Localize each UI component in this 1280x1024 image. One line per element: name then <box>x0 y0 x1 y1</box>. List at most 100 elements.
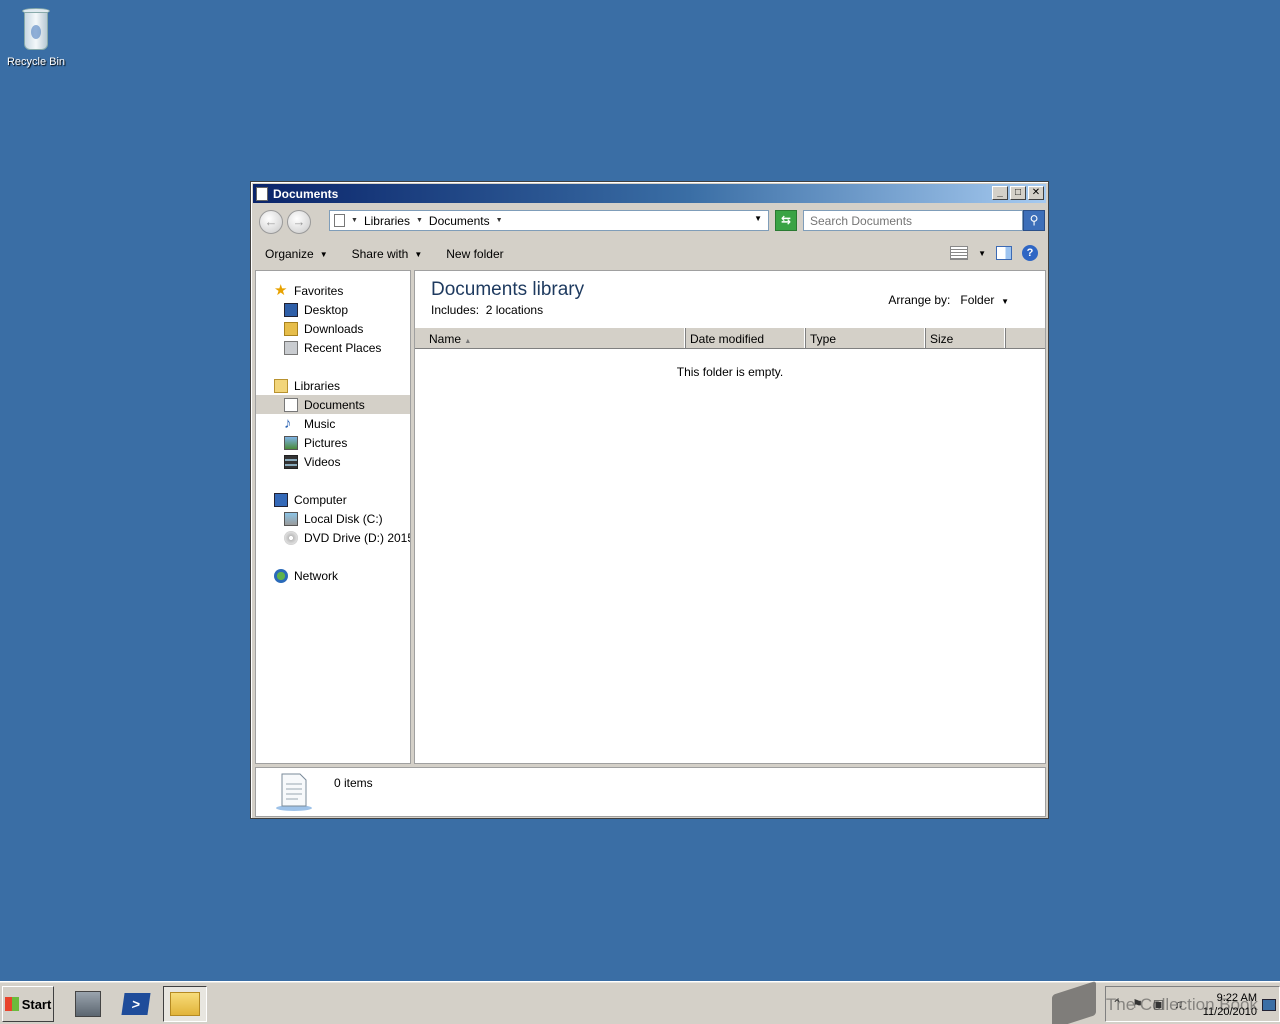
videos-icon <box>284 454 298 469</box>
breadcrumb-documents[interactable]: Documents <box>429 214 490 228</box>
explorer-folder-icon <box>170 992 200 1016</box>
search-button[interactable]: ⚲ <box>1023 210 1045 231</box>
empty-folder-message: This folder is empty. <box>676 365 784 379</box>
title-bar[interactable]: Documents _ □ ✕ <box>253 184 1046 203</box>
library-includes: Includes: 2 locations <box>431 303 544 317</box>
dvd-drive-icon <box>284 530 298 545</box>
includes-locations-link[interactable]: 2 locations <box>486 303 543 317</box>
chevron-down-icon: ▼ <box>1001 297 1009 306</box>
library-icon <box>334 214 345 227</box>
column-name[interactable]: Name ▲ <box>415 328 686 348</box>
nav-desktop[interactable]: Desktop <box>256 300 410 319</box>
column-headers: Name ▲ Date modified Type Size <box>415 327 1045 349</box>
breadcrumb-chevron-icon[interactable]: ▼ <box>496 217 503 224</box>
nav-documents[interactable]: Documents <box>256 395 410 414</box>
libraries-icon <box>274 378 288 393</box>
show-hidden-icons-icon[interactable]: ⌃ <box>1112 997 1122 1011</box>
refresh-icon: ⇆ <box>780 213 792 227</box>
windows-logo-icon <box>4 997 19 1011</box>
book-icon <box>1051 980 1096 1024</box>
refresh-button[interactable]: ⇆ <box>775 210 797 231</box>
music-icon: ♪ <box>284 414 292 432</box>
local-disk-icon <box>284 511 298 526</box>
back-button[interactable]: ← <box>259 210 283 234</box>
recent-places-icon <box>284 340 298 355</box>
item-count: 0 items <box>334 776 373 790</box>
nav-local-disk[interactable]: Local Disk (C:) <box>256 509 410 528</box>
address-bar[interactable]: ▼ Libraries ▼ Documents ▼ ▼ <box>329 210 769 231</box>
system-tray: ⌃ ⚑ ▣ ♫ 9:22 AM 11/20/2010 <box>1105 986 1280 1022</box>
minimize-button[interactable]: _ <box>992 186 1008 200</box>
breadcrumb-chevron-icon[interactable]: ▼ <box>416 217 423 224</box>
taskbar-server-manager[interactable] <box>66 986 110 1022</box>
view-options-chevron-icon[interactable]: ▼ <box>978 249 986 258</box>
chevron-down-icon: ▼ <box>414 249 423 259</box>
maximize-button[interactable]: □ <box>1010 186 1026 200</box>
window-title: Documents <box>273 186 339 201</box>
start-button[interactable]: Start <box>2 986 54 1022</box>
navigation-pane: ★ Favorites Desktop Downloads Recent Pla… <box>255 270 411 764</box>
show-desktop-icon[interactable] <box>1262 999 1276 1011</box>
address-row: ← → ▼ Libraries ▼ Documents ▼ ▼ ⇆ ⚲ <box>253 204 1046 238</box>
explorer-window: Documents _ □ ✕ ← → ▼ Libraries ▼ Docume… <box>250 181 1049 819</box>
content-pane: Documents library Includes: 2 locations … <box>414 270 1046 764</box>
close-button[interactable]: ✕ <box>1028 186 1044 200</box>
taskbar: Start > The Collection Book ⌃ ⚑ ▣ ♫ 9:22… <box>0 980 1280 1024</box>
column-size[interactable]: Size <box>926 328 1006 348</box>
breadcrumb-libraries[interactable]: Libraries <box>364 214 410 228</box>
column-date-modified[interactable]: Date modified <box>686 328 806 348</box>
nav-recent-places[interactable]: Recent Places <box>256 338 410 357</box>
pictures-icon <box>284 435 298 450</box>
nav-pictures[interactable]: Pictures <box>256 433 410 452</box>
taskbar-explorer[interactable] <box>163 986 207 1022</box>
nav-downloads[interactable]: Downloads <box>256 319 410 338</box>
help-icon[interactable]: ? <box>1022 245 1038 261</box>
back-arrow-icon: ← <box>264 214 278 229</box>
library-title: Documents library <box>431 279 585 300</box>
forward-arrow-icon: → <box>292 214 306 229</box>
computer-icon <box>274 492 288 507</box>
recycle-bin[interactable]: Recycle Bin <box>4 6 68 68</box>
address-history-dropdown-icon[interactable]: ▼ <box>754 214 762 223</box>
recycle-bin-icon <box>18 6 54 52</box>
column-type[interactable]: Type <box>806 328 926 348</box>
recycle-bin-label: Recycle Bin <box>6 56 66 68</box>
nav-favorites[interactable]: ★ Favorites <box>256 281 410 300</box>
command-bar: Organize ▼ Share with ▼ New folder ▼ ? <box>253 240 1046 268</box>
organize-button[interactable]: Organize ▼ <box>253 247 340 261</box>
network-icon <box>274 568 288 583</box>
preview-pane-icon[interactable] <box>996 246 1012 260</box>
change-view-icon[interactable] <box>950 246 969 260</box>
action-center-flag-icon[interactable]: ⚑ <box>1132 997 1143 1011</box>
details-pane: 0 items <box>255 767 1046 817</box>
new-folder-button[interactable]: New folder <box>434 247 515 261</box>
taskbar-powershell[interactable]: > <box>114 986 158 1022</box>
nav-videos[interactable]: Videos <box>256 452 410 471</box>
arrange-by: Arrange by: Folder ▼ <box>888 293 1009 307</box>
star-icon: ★ <box>274 281 288 299</box>
volume-icon[interactable]: ♫ <box>1174 997 1183 1011</box>
nav-computer[interactable]: Computer <box>256 490 410 509</box>
documents-icon <box>284 397 298 412</box>
nav-music[interactable]: ♪ Music <box>256 414 410 433</box>
forward-button[interactable]: → <box>287 210 311 234</box>
breadcrumb-chevron-icon: ▼ <box>351 217 358 224</box>
chevron-down-icon: ▼ <box>319 249 328 259</box>
share-with-button[interactable]: Share with ▼ <box>340 247 435 261</box>
clock-date: 11/20/2010 <box>1202 1006 1257 1018</box>
server-manager-icon <box>75 991 101 1017</box>
search-input[interactable] <box>803 210 1023 231</box>
nav-libraries[interactable]: Libraries <box>256 376 410 395</box>
nav-network[interactable]: Network <box>256 566 410 585</box>
search-icon: ⚲ <box>1029 213 1039 227</box>
nav-dvd-drive[interactable]: DVD Drive (D:) 20150: <box>256 528 410 547</box>
document-icon <box>256 186 268 201</box>
powershell-icon: > <box>121 993 151 1015</box>
arrange-by-dropdown[interactable]: Folder ▼ <box>960 293 1009 307</box>
sort-ascending-icon: ▲ <box>464 338 472 345</box>
clock[interactable]: 9:22 AM 11/20/2010 <box>1203 991 1257 1019</box>
documents-library-icon <box>276 773 312 811</box>
downloads-folder-icon <box>284 321 298 336</box>
clock-time: 9:22 AM <box>1216 992 1257 1004</box>
network-tray-icon[interactable]: ▣ <box>1153 997 1164 1011</box>
